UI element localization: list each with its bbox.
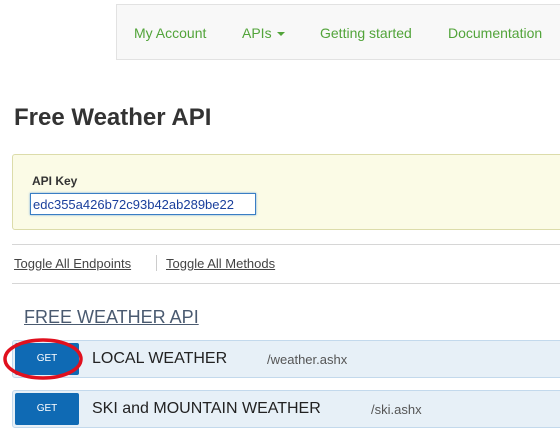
- endpoint-name: SKI and MOUNTAIN WEATHER: [92, 400, 321, 417]
- page-title: Free Weather API: [14, 104, 212, 131]
- toggle-all-methods-link[interactable]: Toggle All Methods: [166, 256, 275, 271]
- nav-getting-started[interactable]: Getting started: [320, 25, 412, 41]
- nav-apis-label: APIs: [242, 25, 272, 41]
- page: My Account APIs Getting started Document…: [0, 0, 560, 434]
- endpoint-path: /ski.ashx: [371, 402, 422, 417]
- nav-apis-dropdown[interactable]: APIs: [242, 25, 285, 41]
- method-badge-get[interactable]: GET: [15, 343, 79, 375]
- endpoint-name: LOCAL WEATHER: [92, 350, 228, 367]
- method-badge-get[interactable]: GET: [15, 393, 79, 425]
- endpoint-row-ski-weather[interactable]: GET SKI and MOUNTAIN WEATHER /ski.ashx: [12, 390, 560, 428]
- api-key-panel: API Key: [12, 154, 560, 230]
- endpoint-row-local-weather[interactable]: GET LOCAL WEATHER /weather.ashx: [12, 340, 560, 378]
- toggle-all-endpoints-link[interactable]: Toggle All Endpoints: [14, 256, 131, 271]
- endpoint-path: /weather.ashx: [267, 352, 348, 367]
- nav-my-account[interactable]: My Account: [134, 25, 206, 41]
- nav-documentation[interactable]: Documentation: [448, 25, 542, 41]
- link-separator: [156, 255, 157, 271]
- caret-down-icon: [276, 32, 285, 37]
- divider: [12, 244, 560, 245]
- top-navbar: My Account APIs Getting started Document…: [116, 4, 560, 60]
- api-section-title[interactable]: FREE WEATHER API: [24, 307, 199, 328]
- api-key-input[interactable]: [30, 193, 256, 215]
- api-key-label: API Key: [32, 174, 78, 188]
- divider: [12, 283, 560, 284]
